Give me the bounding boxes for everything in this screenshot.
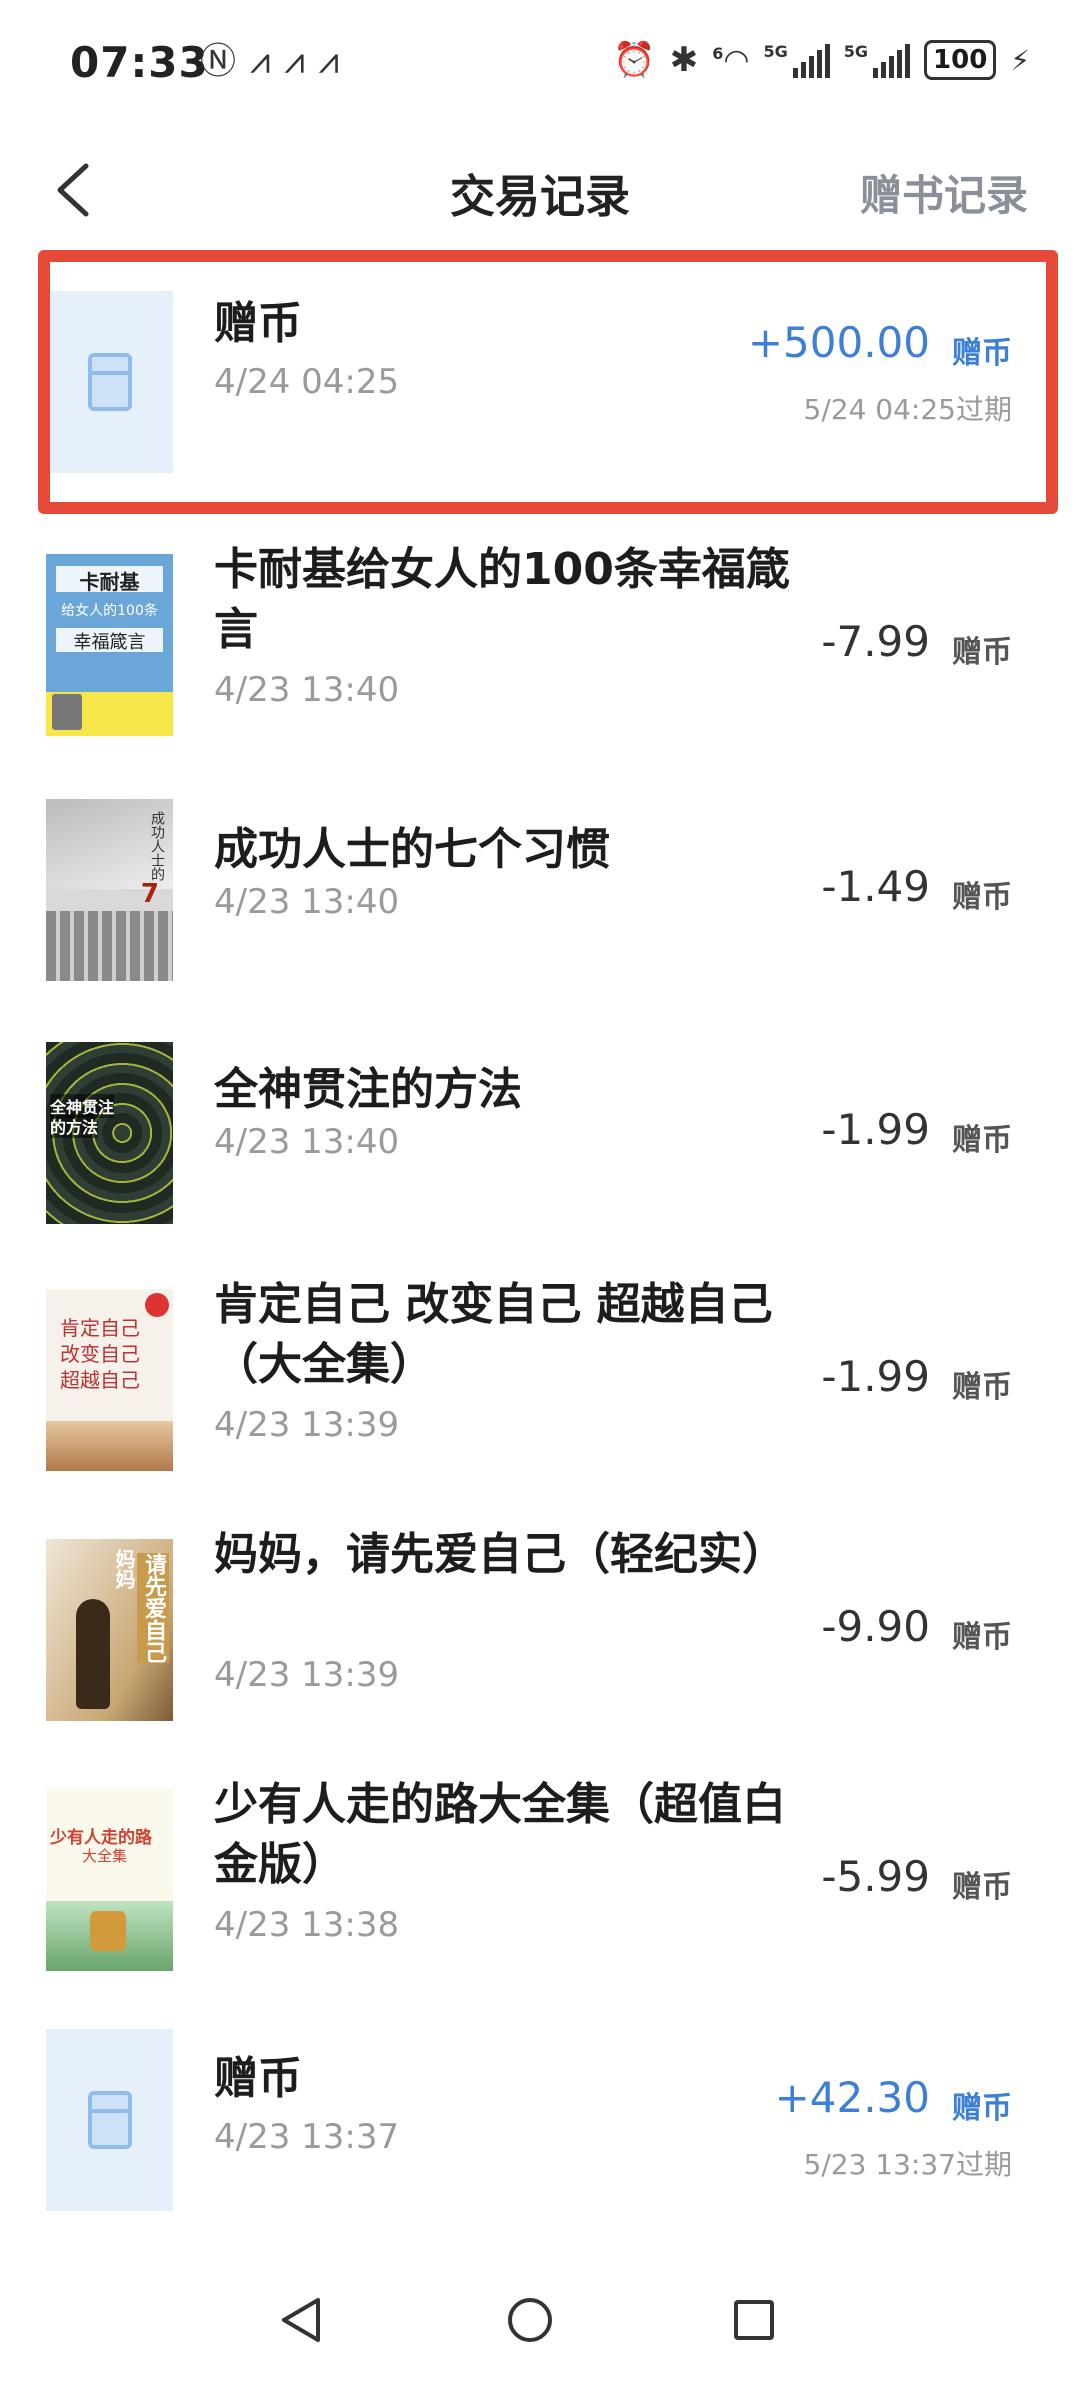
transaction-amount: -1.49	[821, 862, 930, 911]
transaction-row-purchase[interactable]: 肯定自己 改变自己 超越自己 肯定自己 改变自己 超越自己（大全集） 4/23 …	[0, 1255, 1080, 1505]
signal-icon: 5G	[843, 42, 911, 78]
status-left-icons: Ⓝ ⩘ ⩘ ⩘	[200, 42, 339, 82]
transaction-date: 4/23 13:39	[214, 1655, 400, 1695]
transaction-row-bonus[interactable]: 赠币 4/24 04:25 +500.00 赠币 5/24 04:25过期	[0, 250, 1080, 514]
signal-label: 5G	[763, 42, 788, 61]
charging-icon: ⚡	[1010, 43, 1030, 77]
transaction-row-purchase[interactable]: 全神贯注 的方法 全神贯注的方法 4/23 13:40 -1.99 赠币	[0, 1010, 1080, 1255]
app-notification-icon: ⩘	[284, 41, 305, 82]
transaction-row-purchase[interactable]: 请先爱自己 妈妈 妈妈，请先爱自己（轻纪实） 4/23 13:39 -9.90 …	[0, 1505, 1080, 1755]
transaction-row-bonus[interactable]: 赠币 4/23 13:37 +42.30 赠币 5/23 13:37过期	[0, 2005, 1080, 2235]
system-nav-bar	[0, 2240, 1080, 2398]
expire-date: 5/23 13:37过期	[803, 2148, 1012, 2181]
coin-cover	[46, 2029, 173, 2211]
currency-unit: 赠币	[952, 1122, 1012, 1158]
transaction-date: 4/24 04:25	[214, 362, 400, 402]
app-notification-icon: ⩘	[318, 41, 339, 82]
transaction-amount: -5.99	[821, 1852, 930, 1901]
transaction-amount: -1.99	[821, 1104, 930, 1154]
signal-label: 5G	[843, 42, 869, 61]
currency-unit: 赠币	[952, 1370, 1012, 1405]
coin-icon	[87, 2091, 132, 2149]
transaction-date: 4/23 13:39	[214, 1405, 400, 1445]
book-cover: 成功人士的 7	[46, 799, 173, 981]
currency-unit: 赠币	[952, 1870, 1012, 1905]
transaction-amount: +500.00	[747, 318, 930, 367]
expire-date: 5/24 04:25过期	[803, 393, 1012, 426]
currency-unit: 赠币	[952, 880, 1012, 915]
wifi-icon: 6◠	[712, 42, 750, 78]
app-notification-icon: ⩘	[250, 41, 271, 82]
currency-unit: 赠币	[952, 336, 1012, 371]
coin-icon	[87, 353, 132, 411]
currency-unit: 赠币	[952, 635, 1012, 670]
battery-indicator: 100	[924, 40, 997, 80]
coin-cover	[46, 291, 173, 473]
recents-square-icon[interactable]	[724, 2290, 784, 2350]
transaction-title: 卡耐基给女人的100条幸福箴言	[214, 544, 790, 655]
book-cover: 少有人走的路 大全集	[46, 1789, 173, 1971]
nfc-icon: Ⓝ	[200, 41, 237, 82]
transaction-title: 少有人走的路大全集（超值白金版）	[214, 1779, 786, 1890]
book-cover: 全神贯注 的方法	[46, 1041, 173, 1224]
alarm-icon: ⏰	[613, 40, 656, 80]
transaction-title: 赠币	[214, 2053, 302, 2104]
back-triangle-icon[interactable]	[272, 2290, 332, 2350]
transaction-date: 4/23 13:37	[214, 2117, 400, 2157]
gift-records-link[interactable]: 赠书记录	[860, 162, 1028, 223]
transaction-amount: -9.90	[821, 1602, 930, 1651]
transaction-row-purchase[interactable]: 成功人士的 7 成功人士的七个习惯 4/23 13:40 -1.49 赠币	[0, 770, 1080, 1010]
transaction-row-purchase[interactable]: 卡耐基 给女人的100条 幸福箴言 卡耐基给女人的100条幸福箴言 4/23 1…	[0, 520, 1080, 770]
transaction-title: 成功人士的七个习惯	[214, 824, 610, 875]
transaction-title: 妈妈，请先爱自己（轻纪实）	[214, 1529, 786, 1580]
transaction-row-purchase[interactable]: 少有人走的路 大全集 少有人走的路大全集（超值白金版） 4/23 13:38 -…	[0, 1755, 1080, 2005]
transaction-title: 肯定自己 改变自己 超越自己（大全集）	[214, 1279, 773, 1390]
status-right-icons: ⏰ ✱ 6◠ 5G 5G 100 ⚡	[613, 40, 1030, 80]
book-cover: 请先爱自己 妈妈	[46, 1539, 173, 1721]
currency-unit: 赠币	[952, 2091, 1012, 2126]
transaction-date: 4/23 13:40	[214, 882, 400, 922]
transaction-title: 赠币	[214, 298, 302, 349]
transaction-amount: +42.30	[774, 2073, 930, 2122]
bluetooth-icon: ✱	[669, 40, 699, 80]
status-time: 07:33	[70, 38, 209, 87]
book-cover: 卡耐基 给女人的100条 幸福箴言	[46, 554, 173, 736]
book-cover: 肯定自己 改变自己 超越自己	[46, 1289, 173, 1471]
signal-icon: 5G	[764, 42, 830, 78]
currency-unit: 赠币	[952, 1620, 1012, 1655]
transaction-date: 4/23 13:40	[214, 1122, 400, 1162]
transaction-amount: -1.99	[821, 1352, 930, 1401]
app-header: 交易记录 赠书记录	[0, 130, 1080, 250]
transaction-date: 4/23 13:40	[214, 670, 400, 710]
wifi-label: 6	[712, 43, 724, 63]
transaction-date: 4/23 13:38	[214, 1905, 400, 1945]
home-circle-icon[interactable]	[500, 2290, 560, 2350]
transaction-amount: -7.99	[821, 617, 930, 666]
transaction-title: 全神贯注的方法	[214, 1064, 522, 1115]
status-bar: 07:33 Ⓝ ⩘ ⩘ ⩘ ⏰ ✱ 6◠ 5G 5G 100 ⚡	[0, 0, 1080, 130]
